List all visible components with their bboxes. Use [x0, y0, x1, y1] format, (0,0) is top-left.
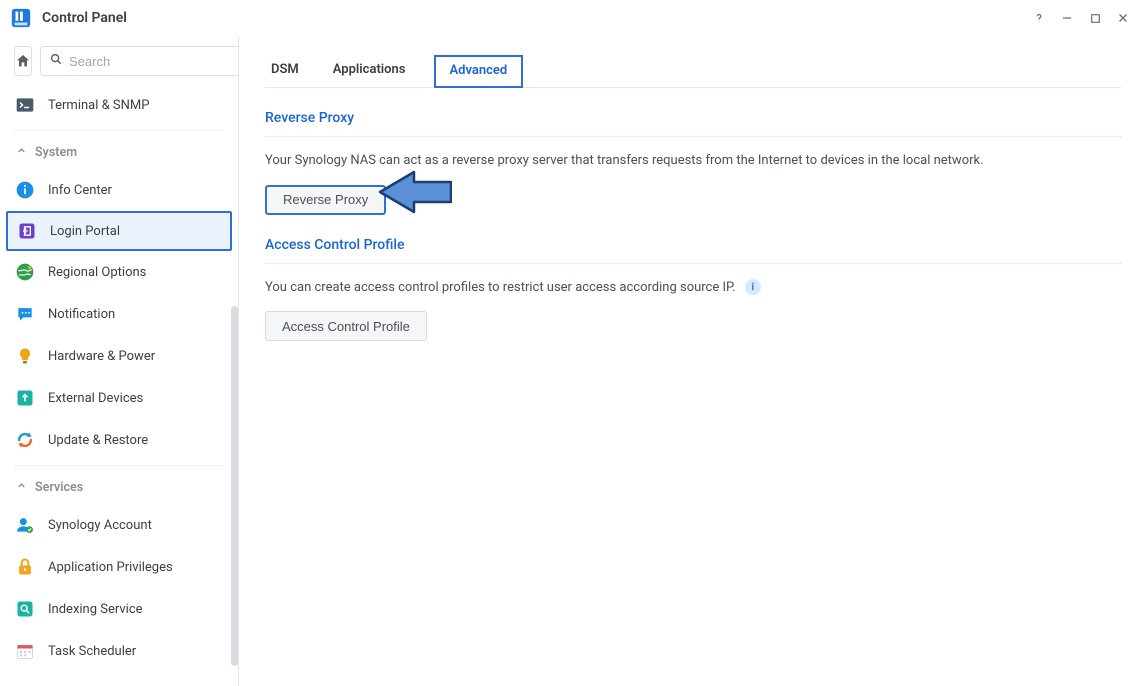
- sidebar-item-task-scheduler[interactable]: Task Scheduler: [0, 630, 238, 672]
- sidebar-item-synology-account[interactable]: Synology Account: [0, 504, 238, 546]
- sidebar-item-label: Login Portal: [50, 224, 120, 239]
- sidebar-item-label: Indexing Service: [48, 602, 143, 617]
- help-button[interactable]: [1025, 4, 1053, 32]
- chat-icon: [14, 303, 36, 325]
- sidebar-item-external-devices[interactable]: External Devices: [0, 377, 238, 419]
- upload-icon: [14, 387, 36, 409]
- close-button[interactable]: [1109, 4, 1137, 32]
- lock-icon: [14, 556, 36, 578]
- account-icon: [14, 514, 36, 536]
- sidebar-item-update-restore[interactable]: Update & Restore: [0, 419, 238, 461]
- app-icon: [10, 7, 32, 29]
- info-icon: [14, 179, 36, 201]
- sidebar-item-label: Terminal & SNMP: [48, 98, 149, 113]
- sidebar-item-label: Notification: [48, 307, 115, 322]
- tab-bar: DSM Applications Advanced: [265, 48, 1121, 88]
- section-title-access-control: Access Control Profile: [265, 237, 1121, 264]
- main-panel: DSM Applications Advanced Reverse Proxy …: [239, 36, 1147, 686]
- search-input[interactable]: [69, 54, 238, 69]
- window: Control Panel: [0, 0, 1147, 686]
- titlebar: Control Panel: [0, 0, 1147, 36]
- sidebar-item-label: Update & Restore: [48, 433, 148, 448]
- sidebar-item-label: Hardware & Power: [48, 349, 155, 364]
- sidebar-item-terminal-snmp[interactable]: Terminal & SNMP: [0, 84, 238, 126]
- tab-dsm[interactable]: DSM: [265, 54, 305, 87]
- refresh-icon: [14, 429, 36, 451]
- search-field[interactable]: [40, 46, 238, 76]
- chevron-up-icon: [16, 145, 27, 160]
- bulb-icon: [14, 345, 36, 367]
- tab-advanced[interactable]: Advanced: [434, 55, 524, 88]
- section-desc-reverse-proxy: Your Synology NAS can act as a reverse p…: [265, 151, 1121, 171]
- sidebar-group-services[interactable]: Services: [0, 470, 238, 504]
- window-title: Control Panel: [42, 10, 127, 26]
- sidebar-item-info-center[interactable]: Info Center: [0, 169, 238, 211]
- sidebar-group-label: Services: [35, 480, 83, 495]
- sidebar-item-label: Application Privileges: [48, 560, 173, 575]
- sidebar-item-notification[interactable]: Notification: [0, 293, 238, 335]
- portal-icon: [16, 220, 38, 242]
- sidebar-item-label: Task Scheduler: [48, 644, 136, 659]
- sidebar-item-indexing-service[interactable]: Indexing Service: [0, 588, 238, 630]
- sidebar-item-label: Regional Options: [48, 265, 146, 280]
- sidebar-group-label: System: [35, 145, 77, 160]
- maximize-button[interactable]: [1081, 4, 1109, 32]
- divider: [14, 465, 224, 466]
- sidebar-item-application-privileges[interactable]: Application Privileges: [0, 546, 238, 588]
- section-title-reverse-proxy: Reverse Proxy: [265, 110, 1121, 137]
- sidebar-item-label: External Devices: [48, 391, 143, 406]
- info-badge-icon[interactable]: i: [745, 279, 761, 295]
- home-button[interactable]: [14, 46, 32, 76]
- chevron-up-icon: [16, 480, 27, 495]
- section-desc-text: You can create access control profiles t…: [265, 280, 736, 295]
- access-control-profile-button[interactable]: Access Control Profile: [265, 311, 427, 341]
- sidebar-group-system[interactable]: System: [0, 135, 238, 169]
- search-icon: [49, 52, 63, 70]
- sidebar-item-hardware-power[interactable]: Hardware & Power: [0, 335, 238, 377]
- sidebar-item-login-portal[interactable]: Login Portal: [6, 211, 232, 251]
- reverse-proxy-button[interactable]: Reverse Proxy: [265, 185, 386, 215]
- divider: [14, 130, 224, 131]
- globe-icon: [14, 261, 36, 283]
- terminal-icon: [14, 94, 36, 116]
- search-svc-icon: [14, 598, 36, 620]
- minimize-button[interactable]: [1053, 4, 1081, 32]
- calendar-icon: [14, 640, 36, 662]
- sidebar: Terminal & SNMP System Info Center Log: [0, 36, 239, 686]
- sidebar-item-label: Info Center: [48, 183, 112, 198]
- sidebar-item-regional-options[interactable]: Regional Options: [0, 251, 238, 293]
- section-desc-access-control: You can create access control profiles t…: [265, 278, 1121, 298]
- tab-applications[interactable]: Applications: [327, 54, 412, 87]
- sidebar-item-label: Synology Account: [48, 518, 152, 533]
